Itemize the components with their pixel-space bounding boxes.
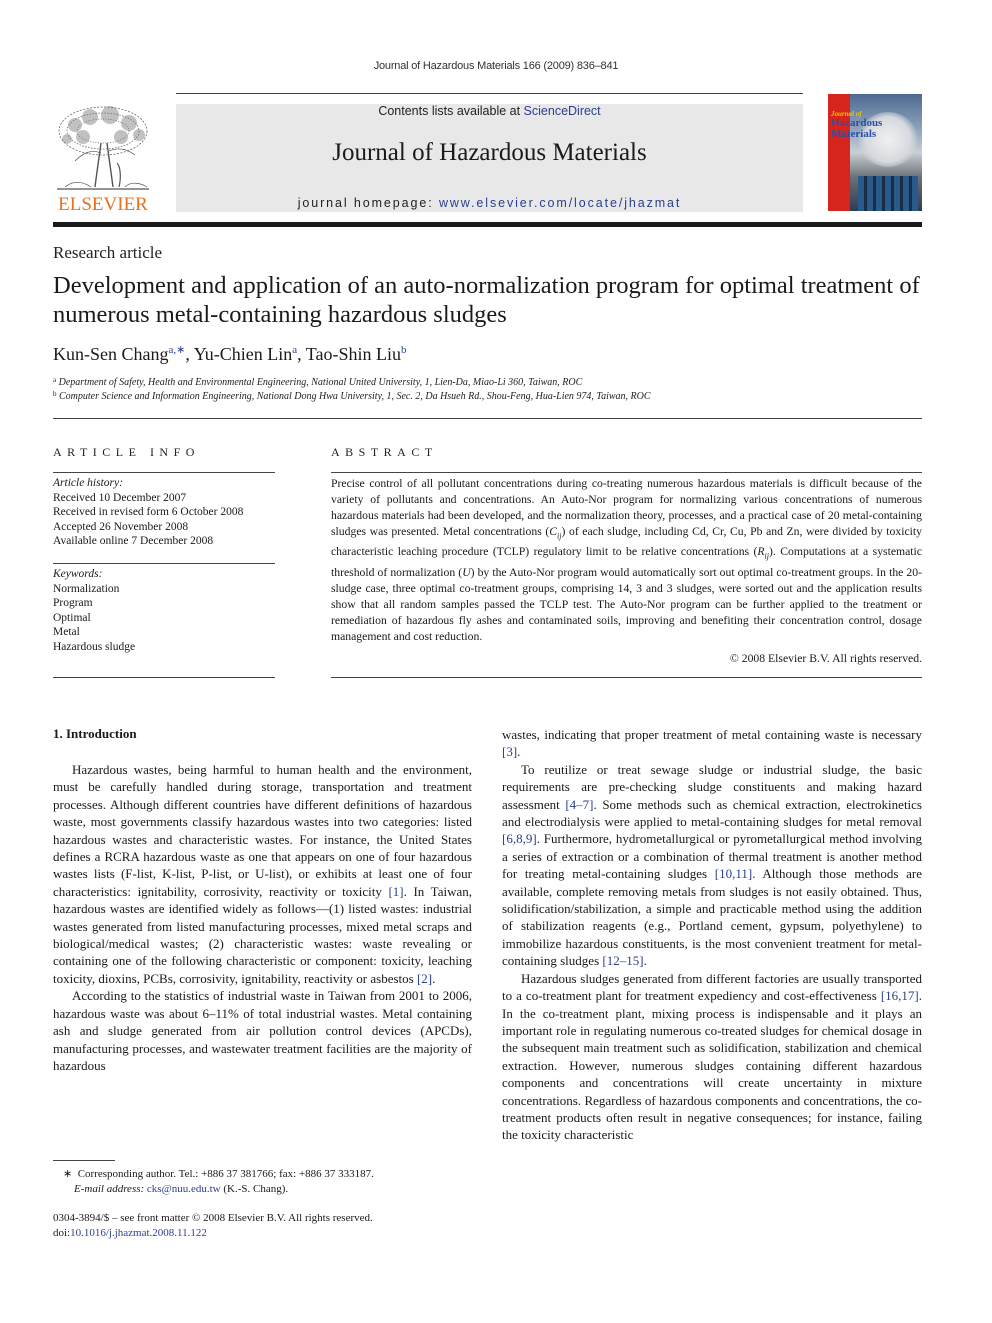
running-head: Journal of Hazardous Materials 166 (2009…: [373, 60, 619, 72]
keyword: Program: [53, 597, 93, 609]
paragraph: Hazardous sludges generated from differe…: [502, 970, 922, 1144]
math-var: U: [462, 565, 471, 579]
author-name[interactable]: Yu-Chien Lin: [194, 344, 293, 364]
corresponding-author-note: ∗ Corresponding author. Tel.: +886 37 38…: [53, 1167, 483, 1197]
paragraph-text: .: [432, 970, 436, 986]
front-matter-text: 0304-3894/$ – see front matter © 2008 El…: [53, 1212, 373, 1224]
journal-banner: Contents lists available at ScienceDirec…: [176, 104, 803, 212]
citation-link[interactable]: [12–15]: [602, 953, 643, 968]
doi-prefix: doi:: [53, 1227, 71, 1239]
keywords: Keywords: Normalization Program Optimal …: [53, 567, 275, 654]
elsevier-logo[interactable]: ELSEVIER: [53, 103, 153, 215]
article-info-heading: ARTICLE INFO: [53, 445, 200, 459]
affiliation-mark: b: [53, 390, 57, 398]
divider: [331, 677, 922, 678]
left-column: Hazardous wastes, being harmful to human…: [53, 761, 472, 1074]
paragraph-text: . In the co-treatment plant, mixing proc…: [502, 988, 922, 1143]
citation-link[interactable]: [10,11]: [715, 866, 752, 881]
paragraph-text: Hazardous sludges generated from differe…: [502, 970, 922, 1004]
paragraph-text: .: [517, 744, 521, 760]
citation-link[interactable]: [6,8,9]: [502, 831, 537, 846]
paragraph: To reutilize or treat sewage sludge or i…: [502, 761, 922, 970]
article-history: Article history: Received 10 December 20…: [53, 476, 275, 549]
history-item: Accepted 26 November 2008: [53, 520, 189, 533]
article-type: Research article: [53, 243, 163, 262]
author-affil-mark[interactable]: a,∗: [169, 344, 186, 356]
corresponding-text: Corresponding author. Tel.: +886 37 3817…: [77, 1168, 374, 1180]
math-var: R: [757, 545, 765, 559]
paragraph-text: .: [643, 953, 647, 969]
journal-cover[interactable]: Journal of Hazardous Materials: [828, 94, 922, 211]
citation-link[interactable]: [1]: [388, 884, 403, 899]
right-column: wastes, indicating that proper treatment…: [502, 726, 922, 1144]
citation-link[interactable]: [2]: [417, 971, 432, 986]
paragraph: wastes, indicating that proper treatment…: [502, 726, 922, 761]
sciencedirect-link[interactable]: ScienceDirect: [524, 104, 601, 118]
author-list: Kun-Sen Changa,∗, Yu-Chien Lina, Tao-Shi…: [53, 344, 407, 364]
abstract-copyright: © 2008 Elsevier B.V. All rights reserved…: [729, 652, 922, 665]
journal-name: Journal of Hazardous Materials: [332, 139, 647, 166]
paragraph: According to the statistics of industria…: [53, 988, 472, 1073]
keyword: Optimal: [53, 611, 91, 624]
divider: [53, 418, 922, 419]
paragraph-text: wastes, indicating that proper treatment…: [502, 727, 922, 742]
footnote-rule: [53, 1160, 115, 1161]
keyword: Hazardous sludge: [53, 640, 136, 653]
keyword: Metal: [53, 626, 80, 638]
affiliation-text: Department of Safety, Health and Environ…: [58, 377, 583, 388]
front-matter: 0304-3894/$ – see front matter © 2008 El…: [53, 1211, 473, 1241]
abstract-heading: ABSTRACT: [331, 445, 438, 459]
affiliation: b Computer Science and Information Engin…: [53, 390, 651, 402]
paragraph: Hazardous wastes, being harmful to human…: [53, 761, 472, 987]
author-affil-mark[interactable]: a: [292, 344, 297, 356]
author-name[interactable]: Tao-Shin Liu: [306, 344, 401, 364]
history-item: Received 10 December 2007: [53, 491, 187, 504]
history-item: Received in revised form 6 October 2008: [53, 506, 244, 518]
citation-link[interactable]: [4–7]: [565, 797, 593, 812]
section-heading: 1. Introduction: [53, 726, 137, 741]
journal-homepage: journal homepage: www.elsevier.com/locat…: [176, 196, 803, 210]
author-affil-mark[interactable]: b: [401, 344, 407, 356]
divider: [331, 472, 922, 473]
contents-prefix: Contents lists available at: [378, 104, 524, 118]
header-thick-rule: [53, 222, 922, 227]
keyword: Normalization: [53, 582, 120, 595]
email-link[interactable]: cks@nuu.edu.tw: [147, 1183, 221, 1195]
header-rule: [176, 93, 803, 94]
tree-logo-icon: [57, 106, 149, 190]
footnote-star: ∗: [63, 1168, 73, 1180]
affiliation: a Department of Safety, Health and Envir…: [53, 376, 582, 388]
homepage-prefix: journal homepage:: [297, 196, 439, 210]
divider: [53, 677, 275, 678]
citation-link[interactable]: [3]: [502, 744, 517, 759]
citation-link[interactable]: [16,17]: [881, 988, 919, 1003]
paragraph-text: . Although those methods are available, …: [502, 866, 922, 969]
divider: [53, 563, 275, 564]
elsevier-wordmark: ELSEVIER: [58, 194, 148, 215]
homepage-link[interactable]: www.elsevier.com/locate/jhazmat: [439, 196, 681, 210]
article-title: Development and application of an auto-n…: [53, 272, 920, 328]
cover-factory: [858, 176, 918, 211]
math-var: C: [549, 525, 558, 538]
paragraph-text: . In Taiwan, hazardous wastes are identi…: [53, 883, 472, 986]
author-name[interactable]: Kun-Sen Chang: [53, 344, 169, 364]
divider: [53, 472, 275, 473]
contents-availability: Contents lists available at ScienceDirec…: [176, 104, 803, 118]
keywords-label: Keywords:: [53, 568, 103, 580]
abstract-body: Precise control of all pollutant concent…: [331, 476, 922, 645]
history-item: Available online 7 December 2008: [53, 535, 214, 547]
email-label: E-mail address:: [74, 1183, 147, 1195]
email-suffix: (K.-S. Chang).: [220, 1183, 289, 1195]
doi-link[interactable]: 10.1016/j.jhazmat.2008.11.122: [70, 1227, 207, 1239]
affiliation-mark: a: [53, 376, 57, 384]
paragraph-text: Hazardous wastes, being harmful to human…: [53, 762, 472, 899]
affiliation-text: Computer Science and Information Enginee…: [59, 391, 651, 402]
article-history-label: Article history:: [53, 477, 123, 489]
cover-title-line2: Materials: [831, 128, 877, 140]
cover-title: Journal of Hazardous Materials: [831, 110, 922, 140]
